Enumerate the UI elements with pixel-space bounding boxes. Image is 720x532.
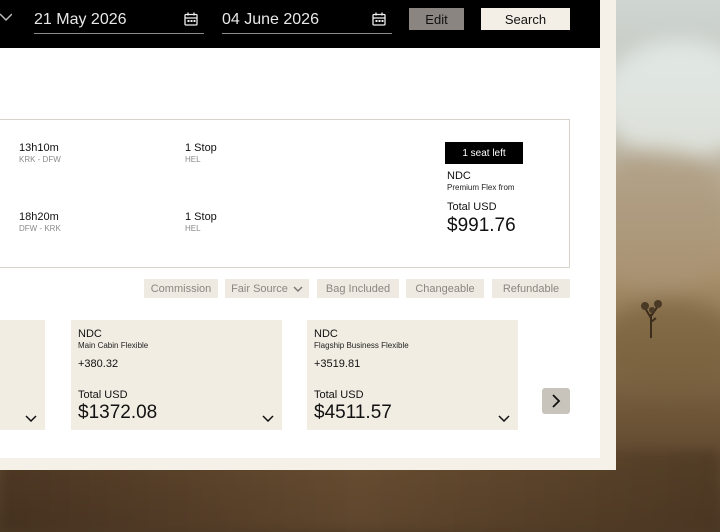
total-price: $1372.08 — [78, 402, 158, 423]
return-duration: 18h20m — [19, 211, 59, 223]
filter-chip-fair-source[interactable]: Fair Source — [225, 279, 309, 298]
filter-chip-label: Commission — [150, 282, 212, 295]
filter-chip-bag-included[interactable]: Bag Included — [317, 279, 399, 298]
chevron-down-icon[interactable] — [262, 414, 274, 422]
chevron-down-icon[interactable] — [498, 414, 510, 422]
fare-name: Flagship Business Flexible — [314, 341, 409, 350]
departure-date-value: 21 May 2026 — [34, 11, 127, 28]
filter-chip-label: Bag Included — [325, 282, 391, 295]
filter-chip-label: Refundable — [502, 282, 560, 295]
chevron-down-icon[interactable] — [25, 414, 37, 422]
filter-chip-commission[interactable]: Commission — [144, 279, 218, 298]
next-fares-button[interactable] — [542, 388, 570, 414]
return-date-value: 04 June 2026 — [222, 11, 319, 28]
results-panel: 21 May 2026 04 June 2026 Edit Search 13h… — [0, 0, 616, 470]
fare-source: NDC — [447, 170, 471, 182]
fare-delta: +380.32 — [78, 358, 119, 370]
tree-silhouette — [641, 300, 662, 338]
total-price: $4511.57 — [314, 402, 392, 423]
departure-date-field[interactable]: 21 May 2026 — [34, 6, 204, 34]
calendar-icon[interactable] — [184, 12, 198, 26]
edit-button[interactable]: Edit — [409, 8, 464, 30]
fare-source: NDC — [78, 328, 102, 340]
return-route: DFW - KRK — [19, 224, 61, 233]
return-date-field[interactable]: 04 June 2026 — [222, 6, 392, 34]
fare-name: Main Cabin Flexible — [78, 341, 149, 350]
total-label: Total USD — [447, 201, 497, 213]
outbound-duration: 13h10m — [19, 142, 59, 154]
total-price: $991.76 — [447, 215, 516, 236]
search-button[interactable]: Search — [481, 8, 570, 30]
fare-name: Premium Flex from — [447, 183, 515, 192]
return-via: HEL — [185, 224, 201, 233]
filter-chip-changeable[interactable]: Changeable — [406, 279, 484, 298]
chevron-down-icon — [293, 286, 303, 292]
seats-left-badge: 1 seat left — [445, 142, 523, 164]
search-bar: 21 May 2026 04 June 2026 Edit Search — [0, 0, 600, 48]
outbound-via: HEL — [185, 155, 201, 164]
chevron-right-icon — [552, 394, 561, 408]
fare-source: NDC — [314, 328, 338, 340]
outbound-stops: 1 Stop — [185, 142, 217, 154]
filter-chip-label: Changeable — [415, 282, 475, 295]
fare-option-card-partial[interactable] — [0, 320, 45, 430]
fare-option-card[interactable]: NDC Flagship Business Flexible +3519.81 … — [307, 320, 518, 430]
fare-option-card[interactable]: NDC Main Cabin Flexible +380.32 Total US… — [71, 320, 282, 430]
filter-chip-refundable[interactable]: Refundable — [492, 279, 570, 298]
results-panel-inner: 21 May 2026 04 June 2026 Edit Search 13h… — [0, 0, 600, 458]
return-stops: 1 Stop — [185, 211, 217, 223]
outbound-route: KRK - DFW — [19, 155, 61, 164]
chevron-down-icon[interactable] — [0, 10, 12, 24]
fare-delta: +3519.81 — [314, 358, 361, 370]
total-label: Total USD — [78, 389, 128, 401]
calendar-icon[interactable] — [372, 12, 386, 26]
total-label: Total USD — [314, 389, 364, 401]
flight-result-card[interactable]: 13h10m KRK - DFW 1 Stop HEL 18h20m DFW -… — [0, 119, 570, 268]
filter-chip-label: Fair Source — [231, 282, 288, 295]
